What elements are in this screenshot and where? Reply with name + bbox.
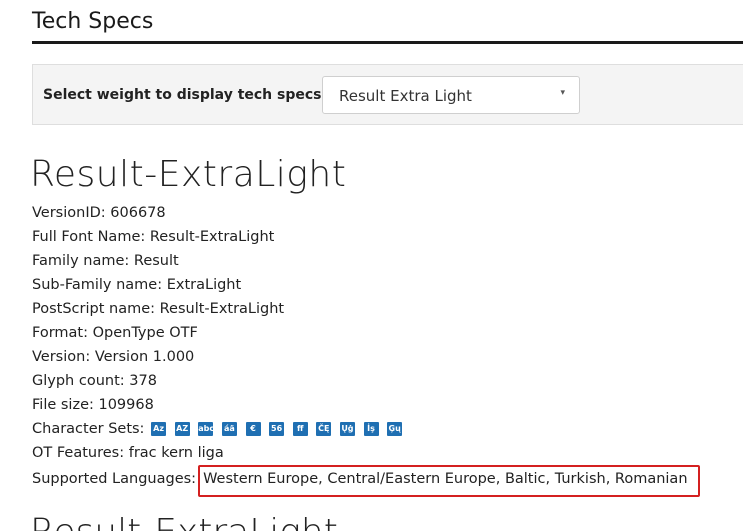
weight-select-dropdown[interactable]: Result Extra Light ▾	[322, 76, 580, 114]
weight-selector-label: Select weight to display tech specs:	[43, 87, 328, 103]
spec-label: File size:	[32, 397, 94, 413]
charset-currency-icon[interactable]: €	[245, 422, 261, 436]
chevron-down-icon: ▾	[560, 88, 565, 98]
charset-turkish-icon[interactable]: İş	[363, 422, 379, 436]
spec-value: Result	[133, 253, 179, 269]
spec-label: Glyph count:	[32, 373, 125, 389]
supported-languages-value: Western Europe, Central/Eastern Europe, …	[203, 471, 688, 487]
charset-icon-group: Az AZ abc áä € 56 ff ČĘ Ųġ İş Ģų	[151, 417, 406, 441]
spec-value: Result-ExtraLight	[159, 301, 285, 317]
spec-row: File size: 109968	[32, 393, 700, 417]
spec-label: Format:	[32, 325, 88, 341]
charset-accented-icon[interactable]: áä	[221, 422, 237, 436]
spec-label: Full Font Name:	[32, 229, 146, 245]
spec-value: OpenType OTF	[92, 325, 198, 341]
spec-row: Full Font Name: Result-ExtraLight	[32, 225, 700, 249]
spec-label: OT Features:	[32, 445, 125, 461]
ot-features-row: OT Features: frac kern liga	[32, 441, 700, 465]
next-font-name-heading: Result-ExtraLight	[30, 512, 338, 531]
spec-value: frac kern liga	[128, 445, 224, 461]
spec-value: 109968	[98, 397, 154, 413]
supported-languages-label: Supported Languages:	[32, 471, 197, 487]
spec-row: PostScript name: Result-ExtraLight	[32, 297, 700, 321]
spec-value: ExtraLight	[166, 277, 242, 293]
charset-romanian-icon[interactable]: Ģų	[387, 422, 403, 436]
charset-basic-latin-icon[interactable]: Az	[151, 422, 167, 436]
charset-lowercase-icon[interactable]: abc	[198, 422, 214, 436]
charset-baltic-icon[interactable]: Ųġ	[339, 422, 355, 436]
spec-row: Family name: Result	[32, 249, 700, 273]
section-title: Tech Specs	[32, 9, 154, 34]
font-name-heading: Result-ExtraLight	[30, 154, 347, 195]
spec-list: VersionID: 606678 Full Font Name: Result…	[32, 201, 700, 497]
charset-uppercase-icon[interactable]: AZ	[174, 422, 190, 436]
weight-selector-panel: Select weight to display tech specs: Res…	[32, 64, 743, 125]
spec-row: Sub-Family name: ExtraLight	[32, 273, 700, 297]
title-divider	[32, 41, 743, 44]
spec-label: VersionID:	[32, 205, 106, 221]
supported-languages-row: Supported Languages: Western Europe, Cent…	[32, 465, 700, 497]
spec-label: Version:	[32, 349, 91, 365]
spec-value: 378	[129, 373, 157, 389]
spec-row: VersionID: 606678	[32, 201, 700, 225]
spec-row: Glyph count: 378	[32, 369, 700, 393]
spec-value: 606678	[110, 205, 166, 221]
supported-languages-highlight: Western Europe, Central/Eastern Europe, …	[198, 465, 700, 497]
character-sets-label: Character Sets:	[32, 421, 145, 437]
spec-label: Sub-Family name:	[32, 277, 163, 293]
spec-value: Result-ExtraLight	[149, 229, 275, 245]
spec-label: Family name:	[32, 253, 130, 269]
charset-central-europe-icon[interactable]: ČĘ	[316, 422, 332, 436]
charset-ligatures-icon[interactable]: ff	[292, 422, 308, 436]
character-sets-row: Character Sets: Az AZ abc áä € 56 ff ČĘ …	[32, 417, 700, 441]
charset-numerals-icon[interactable]: 56	[269, 422, 285, 436]
spec-row: Version: Version 1.000	[32, 345, 700, 369]
weight-select-value: Result Extra Light	[339, 87, 472, 105]
spec-row: Format: OpenType OTF	[32, 321, 700, 345]
spec-label: PostScript name:	[32, 301, 156, 317]
tech-specs-page: Tech Specs Select weight to display tech…	[0, 0, 743, 531]
spec-value: Version 1.000	[94, 349, 195, 365]
